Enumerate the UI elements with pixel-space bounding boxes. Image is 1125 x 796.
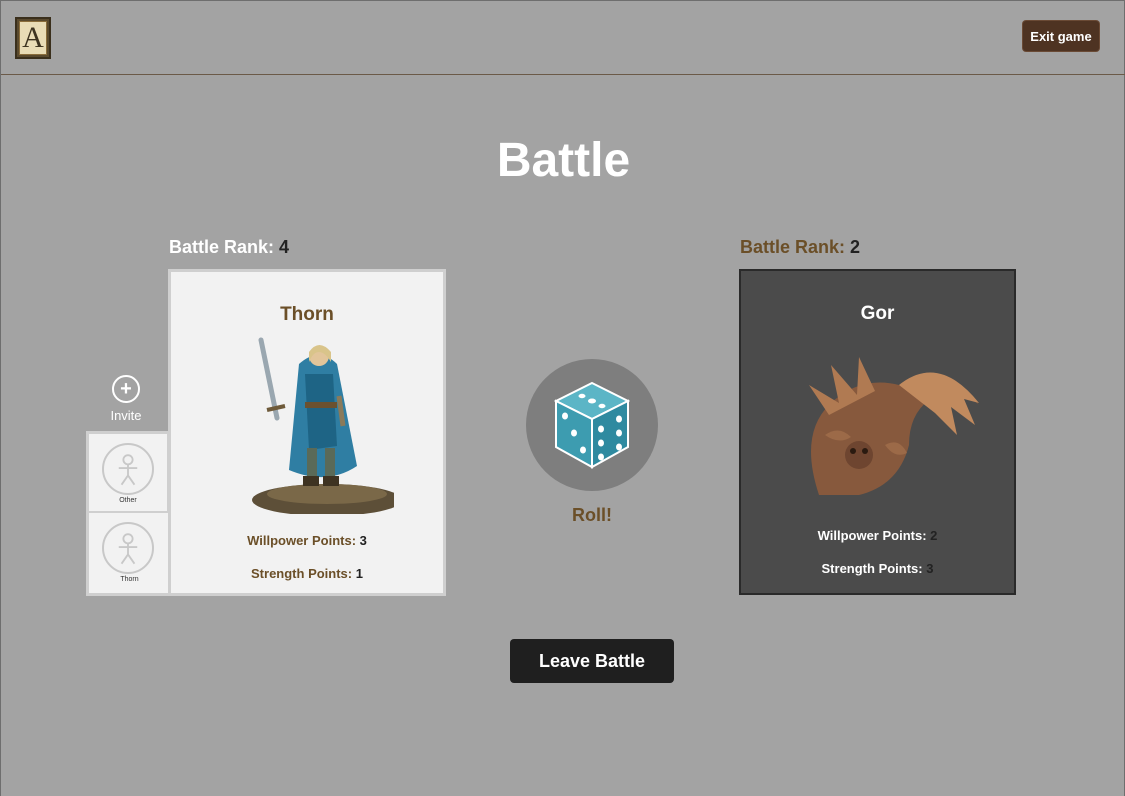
hero-strength-label: Strength Points: bbox=[251, 566, 353, 581]
monster-strength: Strength Points: 3 bbox=[741, 561, 1014, 576]
person-icon bbox=[102, 443, 154, 495]
hero-willpower: Willpower Points: 3 bbox=[171, 533, 443, 548]
hero-battle-rank: Battle Rank: 4 bbox=[169, 237, 289, 258]
monster-strength-label: Strength Points: bbox=[821, 561, 923, 576]
hero-name: Thorn bbox=[280, 304, 334, 325]
person-icon bbox=[102, 522, 154, 574]
hero-willpower-value: 3 bbox=[359, 533, 367, 548]
plus-circle-icon: + bbox=[112, 375, 140, 403]
roll-label[interactable]: Roll! bbox=[526, 505, 658, 526]
leave-battle-button[interactable]: Leave Battle bbox=[510, 639, 674, 683]
monster-portrait bbox=[809, 357, 979, 495]
hero-rank-value: 4 bbox=[279, 237, 290, 257]
hero-willpower-label: Willpower Points: bbox=[247, 533, 357, 548]
monster-rank-value: 2 bbox=[850, 237, 861, 257]
hero-strength: Strength Points: 1 bbox=[171, 566, 443, 581]
monster-battle-rank: Battle Rank: 2 bbox=[740, 237, 860, 258]
top-bar: A Exit game bbox=[1, 0, 1125, 75]
monster-name: Gor bbox=[860, 303, 895, 324]
hero-strength-value: 1 bbox=[355, 566, 363, 581]
player-name: Thorn bbox=[120, 576, 139, 583]
game-logo: A bbox=[15, 17, 51, 59]
player-tab-other[interactable]: Other bbox=[86, 431, 170, 514]
monster-rank-label: Battle Rank: bbox=[740, 237, 846, 257]
invite-button[interactable]: + Invite bbox=[101, 375, 151, 423]
hero-portrait bbox=[252, 337, 394, 514]
monster-willpower: Willpower Points: 2 bbox=[741, 528, 1014, 543]
invite-label: Invite bbox=[110, 408, 142, 423]
player-name: Other bbox=[119, 497, 137, 504]
monster-strength-value: 3 bbox=[926, 561, 934, 576]
page-title: Battle bbox=[496, 134, 631, 187]
logo-letter: A bbox=[19, 21, 47, 55]
monster-willpower-value: 2 bbox=[930, 528, 938, 543]
monster-card: Gor Willpower Points: 2 Strength Points:… bbox=[739, 269, 1016, 595]
roll-button[interactable] bbox=[526, 359, 658, 491]
player-tab-thorn[interactable]: Thorn bbox=[86, 513, 170, 596]
hero-rank-label: Battle Rank: bbox=[169, 237, 275, 257]
dice-icon bbox=[554, 381, 630, 469]
hero-card: Thorn Willpower Points: 3 Strength Point… bbox=[168, 269, 446, 596]
monster-willpower-label: Willpower Points: bbox=[817, 528, 927, 543]
exit-game-button[interactable]: Exit game bbox=[1023, 21, 1099, 51]
